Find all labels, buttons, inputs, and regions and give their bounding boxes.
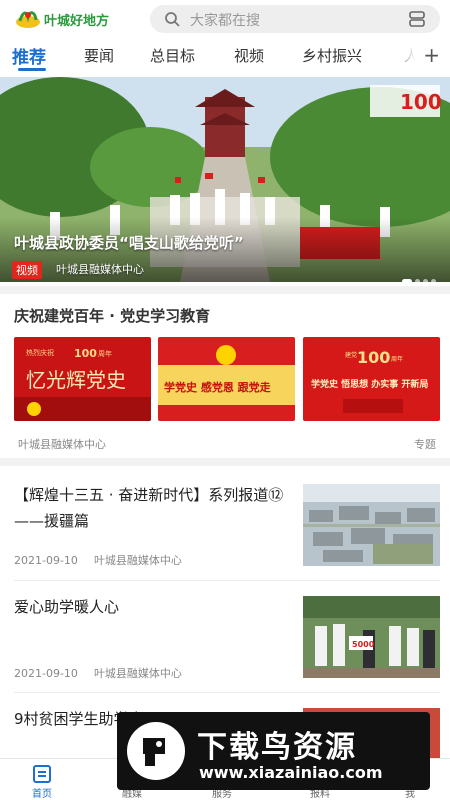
special-tag: 专题	[414, 438, 436, 451]
home-icon	[33, 765, 51, 783]
news-title[interactable]: 【辉煌十三五 · 奋进新时代】系列报道⑫——援疆篇	[14, 482, 288, 534]
watermark-bird-icon	[127, 722, 185, 780]
news-date: 2021-09-10	[14, 554, 78, 567]
svg-text:学党史 悟思想 办实事 开新局: 学党史 悟思想 办实事 开新局	[311, 378, 428, 390]
nav-home[interactable]: 首页	[2, 759, 82, 800]
add-icon[interactable]: +	[423, 44, 440, 66]
svg-text:热烈庆祝: 热烈庆祝	[26, 348, 54, 357]
svg-text:周年: 周年	[98, 349, 112, 358]
hero-carousel[interactable]: 100 叶城县政协委员“唱支山歌给党听” 视频 叶城县融媒体中心	[0, 77, 450, 282]
svg-text:忆光辉党史: 忆光辉党史	[26, 368, 126, 392]
special-source: 叶城县融媒体中心	[18, 438, 106, 451]
tab-goals[interactable]: 总目标	[150, 45, 195, 66]
active-tab-indicator	[18, 68, 46, 71]
news-title[interactable]: 爱心助学暖人心	[14, 594, 288, 620]
news-source: 叶城县融媒体中心	[93, 667, 182, 680]
svg-text:100: 100	[74, 347, 97, 360]
app-title: 叶城好地方	[44, 14, 110, 29]
tab-rural[interactable]: 乡村振兴	[302, 45, 362, 66]
svg-text:周年: 周年	[391, 355, 403, 363]
special-section-title[interactable]: 庆祝建党百年 · 党史学习教育	[14, 305, 210, 326]
tab-recommend[interactable]: 推荐	[12, 43, 46, 68]
tab-video[interactable]: 视频	[234, 45, 264, 66]
carousel-dot	[423, 279, 428, 282]
watermark: 下载鸟资源 www.xiazainiao.com	[117, 712, 430, 790]
tab-news[interactable]: 要闻	[84, 45, 114, 66]
special-banner-1[interactable]: 热烈庆祝 100 周年 忆光辉党史	[14, 337, 151, 421]
top-bar: 叶城好地方 大家都在搜	[0, 0, 450, 40]
scan-icon[interactable]	[408, 10, 426, 28]
divider	[0, 458, 450, 466]
special-banner-2[interactable]: 学党史 感党恩 跟党走	[158, 337, 295, 421]
news-date: 2021-09-10	[14, 667, 78, 680]
svg-text:5000: 5000	[352, 640, 375, 649]
svg-text:建党: 建党	[345, 351, 357, 359]
tab-fade	[388, 40, 428, 74]
search-bar[interactable]: 大家都在搜	[150, 5, 440, 33]
nav-label: 首页	[32, 789, 52, 800]
news-thumbnail[interactable]: 5000	[303, 596, 440, 678]
carousel-dot	[431, 279, 436, 282]
carousel-dots	[399, 269, 436, 282]
row-divider	[14, 580, 440, 581]
divider	[0, 286, 450, 294]
svg-text:100: 100	[357, 348, 390, 367]
carousel-dot	[415, 279, 420, 282]
search-input[interactable]: 大家都在搜	[190, 10, 260, 30]
news-thumbnail[interactable]	[303, 484, 440, 566]
row-divider	[14, 692, 440, 693]
news-source: 叶城县融媒体中心	[93, 554, 182, 567]
special-banner-3[interactable]: 建党 100 周年 学党史 悟思想 办实事 开新局	[303, 337, 440, 421]
watermark-text: 下载鸟资源	[197, 730, 357, 765]
hero-caption[interactable]: 叶城县政协委员“唱支山歌给党听”	[14, 232, 244, 253]
anniversary-badge: 100	[400, 90, 442, 114]
video-tag: 视频	[12, 261, 42, 279]
svg-text:学党史 感党恩 跟党走: 学党史 感党恩 跟党走	[164, 380, 271, 394]
logo-icon	[16, 11, 40, 28]
watermark-url: www.xiazainiao.com	[199, 763, 383, 782]
carousel-dot	[402, 279, 412, 282]
news-meta: 2021-09-10 叶城县融媒体中心	[14, 552, 198, 568]
news-meta: 2021-09-10 叶城县融媒体中心	[14, 665, 198, 681]
search-icon	[165, 12, 180, 27]
channel-tabs: 推荐 要闻 总目标 视频 乡村振兴 人 +	[0, 40, 450, 74]
hero-source: 叶城县融媒体中心	[56, 263, 144, 276]
